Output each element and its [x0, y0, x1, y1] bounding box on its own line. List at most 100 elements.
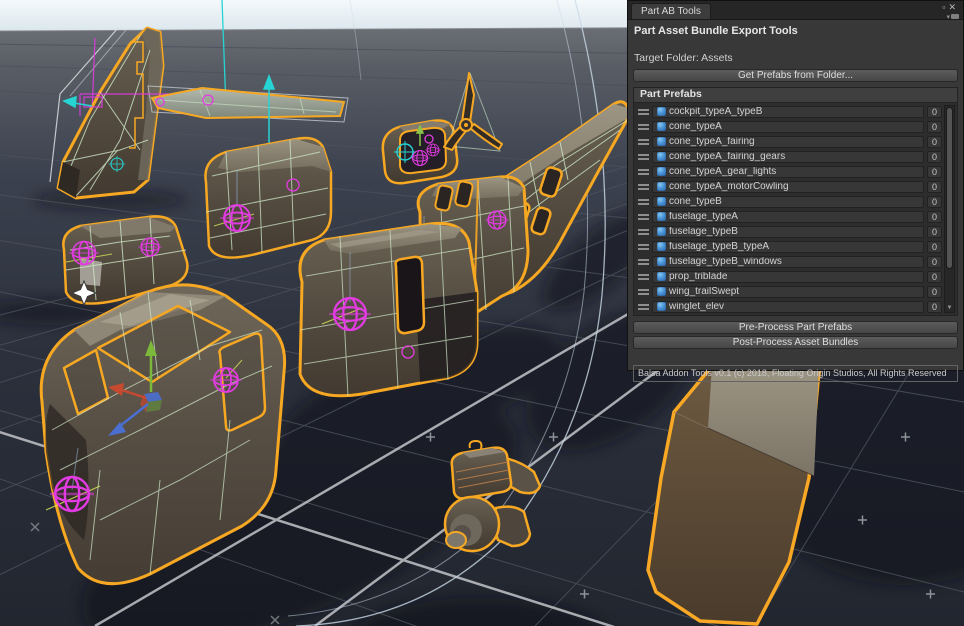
prefab-name-field[interactable]: cone_typeA_fairing — [652, 136, 924, 148]
prefab-icon — [657, 272, 666, 281]
prefab-icon — [657, 302, 666, 311]
prefab-icon — [657, 167, 666, 176]
drag-handle-icon[interactable] — [638, 289, 649, 295]
list-scrollbar[interactable]: ▼ — [944, 105, 955, 313]
part-ab-tools-window: Part AB Tools ▫✕ ▾ Part Asset Bundle Exp… — [627, 0, 964, 371]
drag-handle-icon[interactable] — [638, 304, 649, 310]
prefab-row[interactable]: winglet_elev 0 — [637, 300, 942, 313]
tab-part-ab-tools[interactable]: Part AB Tools — [631, 3, 711, 19]
prefab-name: fuselage_typeB_windows — [669, 256, 782, 267]
prefab-icon — [657, 257, 666, 266]
prefab-icon — [657, 197, 666, 206]
post-process-button[interactable]: Post-Process Asset Bundles — [633, 336, 958, 349]
prefab-name-field[interactable]: cone_typeA — [652, 121, 924, 133]
prefab-row[interactable]: cone_typeB 0 — [637, 195, 942, 208]
prefab-row[interactable]: fuselage_typeB_windows 0 — [637, 255, 942, 268]
prefab-count-field[interactable]: 0 — [927, 196, 942, 208]
drag-handle-icon[interactable] — [638, 199, 649, 205]
prefab-name-field[interactable]: cone_typeA_fairing_gears — [652, 151, 924, 163]
prefab-name-field[interactable]: fuselage_typeA — [652, 211, 924, 223]
prefab-count-field[interactable]: 0 — [927, 256, 942, 268]
prefab-count-field[interactable]: 0 — [927, 301, 942, 313]
prefab-count-field[interactable]: 0 — [927, 241, 942, 253]
prefab-icon — [657, 152, 666, 161]
panel-title: Part Asset Bundle Export Tools — [634, 25, 958, 37]
prefab-name: fuselage_typeA — [669, 211, 738, 222]
prefab-icon — [657, 122, 666, 131]
drag-handle-icon[interactable] — [638, 184, 649, 190]
prefab-count-field[interactable]: 0 — [927, 151, 942, 163]
prefab-name-field[interactable]: cone_typeA_gear_lights — [652, 166, 924, 178]
prefab-name-field[interactable]: fuselage_typeB_typeA — [652, 241, 924, 253]
prefab-name-field[interactable]: prop_triblade — [652, 271, 924, 283]
drag-handle-icon[interactable] — [638, 109, 649, 115]
prefab-icon — [657, 182, 666, 191]
prefab-count-field[interactable]: 0 — [927, 166, 942, 178]
prefab-name: wing_trailSwept — [669, 286, 739, 297]
scrollbar-down-arrow[interactable]: ▼ — [945, 304, 954, 312]
prefab-name-field[interactable]: fuselage_typeB_windows — [652, 256, 924, 268]
prefab-icon — [657, 287, 666, 296]
prefab-icon — [657, 212, 666, 221]
prefab-name-field[interactable]: fuselage_typeB — [652, 226, 924, 238]
prefab-name: cone_typeA_gear_lights — [669, 166, 776, 177]
prefab-row[interactable]: cone_typeA_motorCowling 0 — [637, 180, 942, 193]
prefab-icon — [657, 242, 666, 251]
prefab-row[interactable]: fuselage_typeB 0 — [637, 225, 942, 238]
drag-handle-icon[interactable] — [638, 154, 649, 160]
prefab-count-field[interactable]: 0 — [927, 271, 942, 283]
drag-handle-icon[interactable] — [638, 259, 649, 265]
prefab-row[interactable]: fuselage_typeB_typeA 0 — [637, 240, 942, 253]
prefab-count-field[interactable]: 0 — [927, 211, 942, 223]
footer-credits: Balsa Addon Tools v0.1 (c) 2018, Floatin… — [633, 365, 958, 382]
target-folder-label: Target Folder: Assets — [634, 52, 958, 64]
prefab-name-field[interactable]: winglet_elev — [652, 301, 924, 313]
prefab-row[interactable]: wing_trailSwept 0 — [637, 285, 942, 298]
prefab-row[interactable]: cone_typeA_fairing 0 — [637, 135, 942, 148]
prefab-icon — [657, 107, 666, 116]
scene-part-fuselage-typeB[interactable] — [300, 223, 477, 396]
prefab-name: cone_typeB — [669, 196, 722, 207]
prefab-name: cone_typeA_fairing_gears — [669, 151, 785, 162]
drag-handle-icon[interactable] — [638, 124, 649, 130]
prefab-count-field[interactable]: 0 — [927, 106, 942, 118]
prefab-name-field[interactable]: cockpit_typeA_typeB — [652, 106, 924, 118]
prefab-name: fuselage_typeB — [669, 226, 738, 237]
prefab-count-field[interactable]: 0 — [927, 136, 942, 148]
drag-handle-icon[interactable] — [638, 214, 649, 220]
scene-part-motor-cowling[interactable] — [383, 120, 457, 183]
prefab-name: winglet_elev — [669, 301, 724, 312]
prefab-row[interactable]: prop_triblade 0 — [637, 270, 942, 283]
drag-handle-icon[interactable] — [638, 244, 649, 250]
get-prefabs-button[interactable]: Get Prefabs from Folder... — [633, 69, 958, 82]
part-prefabs-list: Part Prefabs cockpit_typeA_typeB 0 cone_… — [633, 87, 958, 316]
drag-handle-icon[interactable] — [638, 169, 649, 175]
prefab-row[interactable]: cone_typeA 0 — [637, 120, 942, 133]
prefab-icon — [657, 137, 666, 146]
prefab-name-field[interactable]: wing_trailSwept — [652, 286, 924, 298]
prefab-row[interactable]: cockpit_typeA_typeB 0 — [637, 105, 942, 118]
prefab-name: cone_typeA_fairing — [669, 136, 755, 147]
pre-process-button[interactable]: Pre-Process Part Prefabs — [633, 321, 958, 334]
prefab-name-field[interactable]: cone_typeA_motorCowling — [652, 181, 924, 193]
part-prefabs-header: Part Prefabs — [634, 88, 957, 103]
prefab-count-field[interactable]: 0 — [927, 226, 942, 238]
drag-handle-icon[interactable] — [638, 229, 649, 235]
scrollbar-thumb[interactable] — [946, 107, 953, 269]
drag-handle-icon[interactable] — [638, 274, 649, 280]
drag-handle-icon[interactable] — [638, 139, 649, 145]
prefab-name: fuselage_typeB_typeA — [669, 241, 769, 252]
close-icon[interactable]: ✕ — [948, 2, 959, 12]
prefab-count-field[interactable]: 0 — [927, 121, 942, 133]
prefab-name-field[interactable]: cone_typeB — [652, 196, 924, 208]
prefab-row[interactable]: fuselage_typeA 0 — [637, 210, 942, 223]
tab-bar: Part AB Tools ▫✕ — [628, 1, 963, 20]
prefab-row[interactable]: cone_typeA_gear_lights 0 — [637, 165, 942, 178]
prefab-count-field[interactable]: 0 — [927, 286, 942, 298]
prefab-name: cone_typeA_motorCowling — [669, 181, 789, 192]
prefab-row[interactable]: cone_typeA_fairing_gears 0 — [637, 150, 942, 163]
prefab-count-field[interactable]: 0 — [927, 181, 942, 193]
prefab-icon — [657, 227, 666, 236]
prefab-name: cockpit_typeA_typeB — [669, 106, 762, 117]
prefab-name: cone_typeA — [669, 121, 722, 132]
